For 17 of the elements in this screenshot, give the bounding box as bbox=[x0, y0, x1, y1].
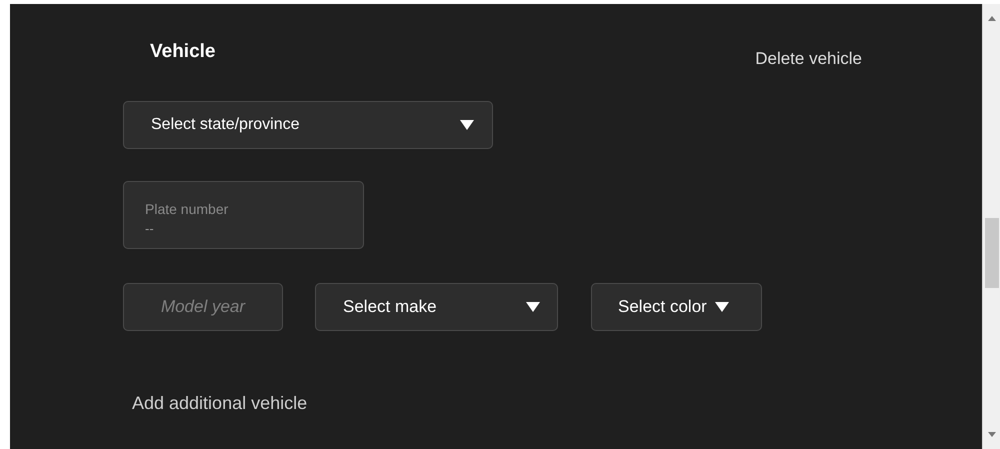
scroll-up-icon[interactable] bbox=[988, 16, 996, 21]
model-year-field[interactable]: Model year bbox=[123, 282, 283, 330]
field-label: Plate number bbox=[145, 200, 228, 218]
state-dropdown[interactable]: Select state/province bbox=[123, 100, 493, 148]
make-dropdown[interactable]: Select make bbox=[315, 282, 558, 330]
color-dropdown[interactable]: Select color bbox=[591, 282, 762, 330]
scrollbar[interactable] bbox=[982, 4, 1000, 449]
field-value: -- bbox=[145, 220, 154, 238]
scroll-down-icon[interactable] bbox=[988, 432, 996, 437]
caret-icon bbox=[526, 302, 540, 312]
caret-icon bbox=[714, 302, 729, 312]
add-vehicle-link[interactable]: Add additional vehicle bbox=[132, 390, 308, 416]
section-title: Vehicle bbox=[150, 40, 216, 64]
scrollbar-thumb[interactable] bbox=[985, 218, 999, 288]
plate-number-field[interactable]: Plate number -- bbox=[123, 180, 364, 248]
delete-vehicle-link[interactable]: Delete vehicle bbox=[755, 46, 862, 72]
caret-icon bbox=[460, 120, 474, 130]
